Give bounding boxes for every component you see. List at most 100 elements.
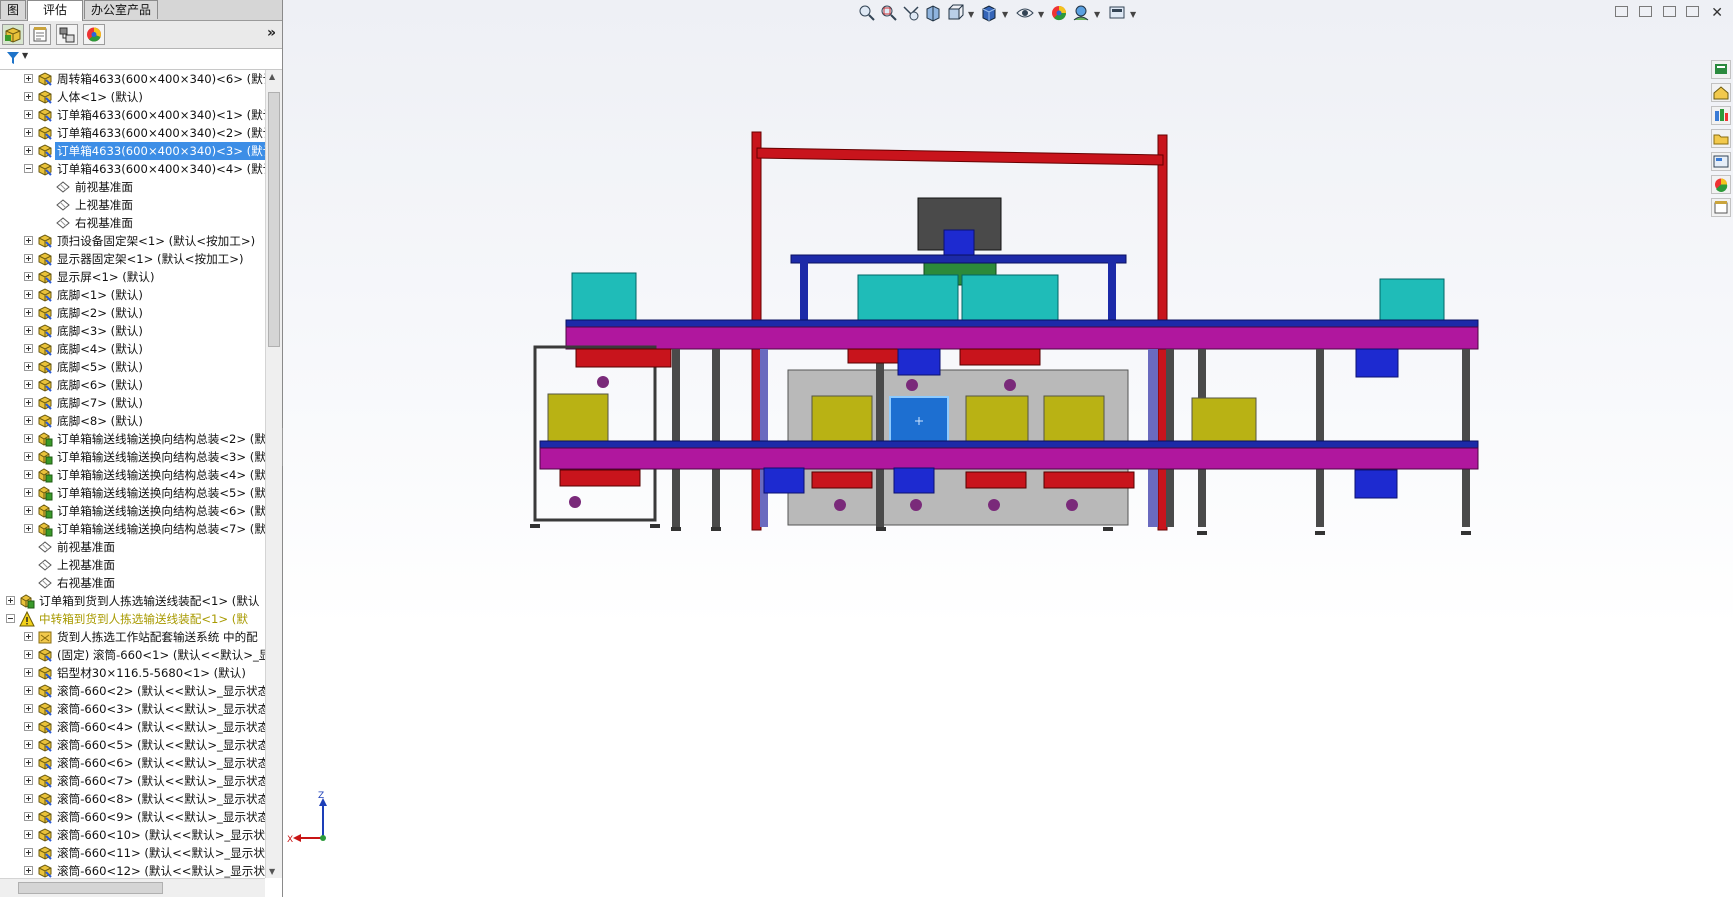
expand-icon[interactable] [24, 434, 33, 443]
expand-panel-icon[interactable]: » [267, 25, 276, 41]
filter-bar[interactable]: ▼ [0, 49, 282, 70]
tree-horizontal-scrollbar[interactable] [0, 878, 265, 897]
expand-icon[interactable] [24, 344, 33, 353]
expand-icon[interactable] [24, 380, 33, 389]
tab-evaluate[interactable]: 评估 [27, 0, 83, 21]
tree-item[interactable]: 订单箱4633(600×400×340)<4> (默认 [0, 160, 265, 178]
graphics-area[interactable]: ▼ ▼ ▼ ▼ ▼ ✕ Z X [283, 0, 1733, 897]
tree-item[interactable]: 滚筒-660<4> (默认<<默认>_显示状态 [0, 718, 265, 736]
configuration-manager-tab[interactable] [56, 24, 78, 45]
property-manager-tab[interactable] [29, 24, 51, 45]
expand-icon[interactable] [24, 128, 33, 137]
tree-item[interactable]: 周转箱4633(600×400×340)<6> (默认 [0, 70, 265, 88]
expand-icon[interactable] [24, 254, 33, 263]
tree-item[interactable]: 底脚<1> (默认) [0, 286, 265, 304]
expand-icon[interactable] [24, 488, 33, 497]
expand-icon[interactable] [24, 236, 33, 245]
tree-item[interactable]: 上视基准面 [0, 196, 265, 214]
expand-icon[interactable] [24, 362, 33, 371]
expand-icon[interactable] [24, 272, 33, 281]
tree-item[interactable]: 底脚<3> (默认) [0, 322, 265, 340]
tree-item[interactable]: 滚筒-660<7> (默认<<默认>_显示状态 [0, 772, 265, 790]
tree-item[interactable]: 订单箱输送线输送换向结构总装<7> (默 [0, 520, 265, 538]
expand-icon[interactable] [24, 398, 33, 407]
tree-item[interactable]: 滚筒-660<8> (默认<<默认>_显示状态 [0, 790, 265, 808]
expand-icon[interactable] [24, 722, 33, 731]
tree-item[interactable]: 订单箱输送线输送换向结构总装<2> (默 [0, 430, 265, 448]
expand-icon[interactable] [24, 416, 33, 425]
expand-icon[interactable] [24, 506, 33, 515]
tree-item[interactable]: 顶扫设备固定架<1> (默认<按加工>) [0, 232, 265, 250]
tree-item[interactable]: 底脚<4> (默认) [0, 340, 265, 358]
expand-icon[interactable] [24, 740, 33, 749]
tree-item[interactable]: 底脚<6> (默认) [0, 376, 265, 394]
expand-icon[interactable] [24, 524, 33, 533]
tree-item[interactable]: 右视基准面 [0, 574, 265, 592]
tree-item[interactable]: 滚筒-660<9> (默认<<默认>_显示状态 [0, 808, 265, 826]
tree-item[interactable]: 底脚<7> (默认) [0, 394, 265, 412]
expand-icon[interactable] [24, 866, 33, 875]
expand-icon[interactable] [6, 596, 15, 605]
tree-item[interactable]: 订单箱4633(600×400×340)<1> (默认 [0, 106, 265, 124]
collapse-icon[interactable] [6, 614, 15, 623]
tree-item[interactable]: 底脚<8> (默认) [0, 412, 265, 430]
expand-icon[interactable] [24, 146, 33, 155]
tree-item[interactable]: 订单箱输送线输送换向结构总装<3> (默 [0, 448, 265, 466]
expand-icon[interactable] [24, 668, 33, 677]
tree-item[interactable]: 底脚<5> (默认) [0, 358, 265, 376]
expand-icon[interactable] [24, 686, 33, 695]
expand-icon[interactable] [24, 92, 33, 101]
tree-item[interactable]: 前视基准面 [0, 178, 265, 196]
tree-item[interactable]: 滚筒-660<2> (默认<<默认>_显示状态 [0, 682, 265, 700]
expand-icon[interactable] [24, 830, 33, 839]
tree-item[interactable]: 订单箱输送线输送换向结构总装<6> (默 [0, 502, 265, 520]
tree-item[interactable]: 右视基准面 [0, 214, 265, 232]
tree-item[interactable]: 滚筒-660<12> (默认<<默认>_显示状 [0, 862, 265, 878]
scroll-up-icon[interactable]: ▲ [269, 72, 275, 81]
scroll-thumb[interactable] [268, 92, 280, 347]
display-manager-tab[interactable] [83, 24, 105, 45]
expand-icon[interactable] [24, 326, 33, 335]
tree-item[interactable]: 显示屏<1> (默认) [0, 268, 265, 286]
tab-office-products[interactable]: 办公室产品 [84, 0, 158, 19]
expand-icon[interactable] [24, 794, 33, 803]
tree-item[interactable]: 底脚<2> (默认) [0, 304, 265, 322]
tree-item[interactable]: 货到人拣选工作站配套输送系统 中的配 [0, 628, 265, 646]
tree-item[interactable]: 滚筒-660<5> (默认<<默认>_显示状态 [0, 736, 265, 754]
selected-order-box-3[interactable] [889, 396, 949, 444]
tree-item[interactable]: (固定) 滚筒-660<1> (默认<<默认>_显 [0, 646, 265, 664]
tree-item[interactable]: 订单箱4633(600×400×340)<2> (默认 [0, 124, 265, 142]
feature-tree-tab[interactable] [2, 24, 24, 45]
tree-item[interactable]: 订单箱输送线输送换向结构总装<5> (默 [0, 484, 265, 502]
tree-item[interactable]: 滚筒-660<10> (默认<<默认>_显示状 [0, 826, 265, 844]
expand-icon[interactable] [24, 308, 33, 317]
tree-vertical-scrollbar[interactable]: ▲ ▼ [265, 70, 282, 878]
filter-icon[interactable] [7, 52, 19, 65]
tree-item[interactable]: 中转箱到货到人拣选输送线装配<1> (默 [0, 610, 265, 628]
tree-item[interactable]: 滚筒-660<3> (默认<<默认>_显示状态 [0, 700, 265, 718]
scroll-down-icon[interactable]: ▼ [269, 867, 275, 876]
tree-item[interactable]: 订单箱到货到人拣选输送线装配<1> (默认 [0, 592, 265, 610]
tab-view[interactable]: 图 [0, 0, 26, 19]
tree-item[interactable]: 滚筒-660<6> (默认<<默认>_显示状态 [0, 754, 265, 772]
expand-icon[interactable] [24, 452, 33, 461]
scroll-thumb[interactable] [18, 882, 163, 894]
collapse-icon[interactable] [24, 164, 33, 173]
tree-item[interactable]: 上视基准面 [0, 556, 265, 574]
filter-dropdown-icon[interactable]: ▼ [22, 51, 28, 60]
expand-icon[interactable] [24, 704, 33, 713]
expand-icon[interactable] [24, 812, 33, 821]
tree-item[interactable]: 铝型材30×116.5-5680<1> (默认) [0, 664, 265, 682]
expand-icon[interactable] [24, 650, 33, 659]
expand-icon[interactable] [24, 110, 33, 119]
tree-item[interactable]: 前视基准面 [0, 538, 265, 556]
tree-item[interactable]: 订单箱输送线输送换向结构总装<4> (默 [0, 466, 265, 484]
expand-icon[interactable] [24, 74, 33, 83]
expand-icon[interactable] [24, 470, 33, 479]
expand-icon[interactable] [24, 632, 33, 641]
expand-icon[interactable] [24, 848, 33, 857]
expand-icon[interactable] [24, 290, 33, 299]
expand-icon[interactable] [24, 776, 33, 785]
expand-icon[interactable] [24, 758, 33, 767]
tree-item[interactable]: 显示器固定架<1> (默认<按加工>) [0, 250, 265, 268]
